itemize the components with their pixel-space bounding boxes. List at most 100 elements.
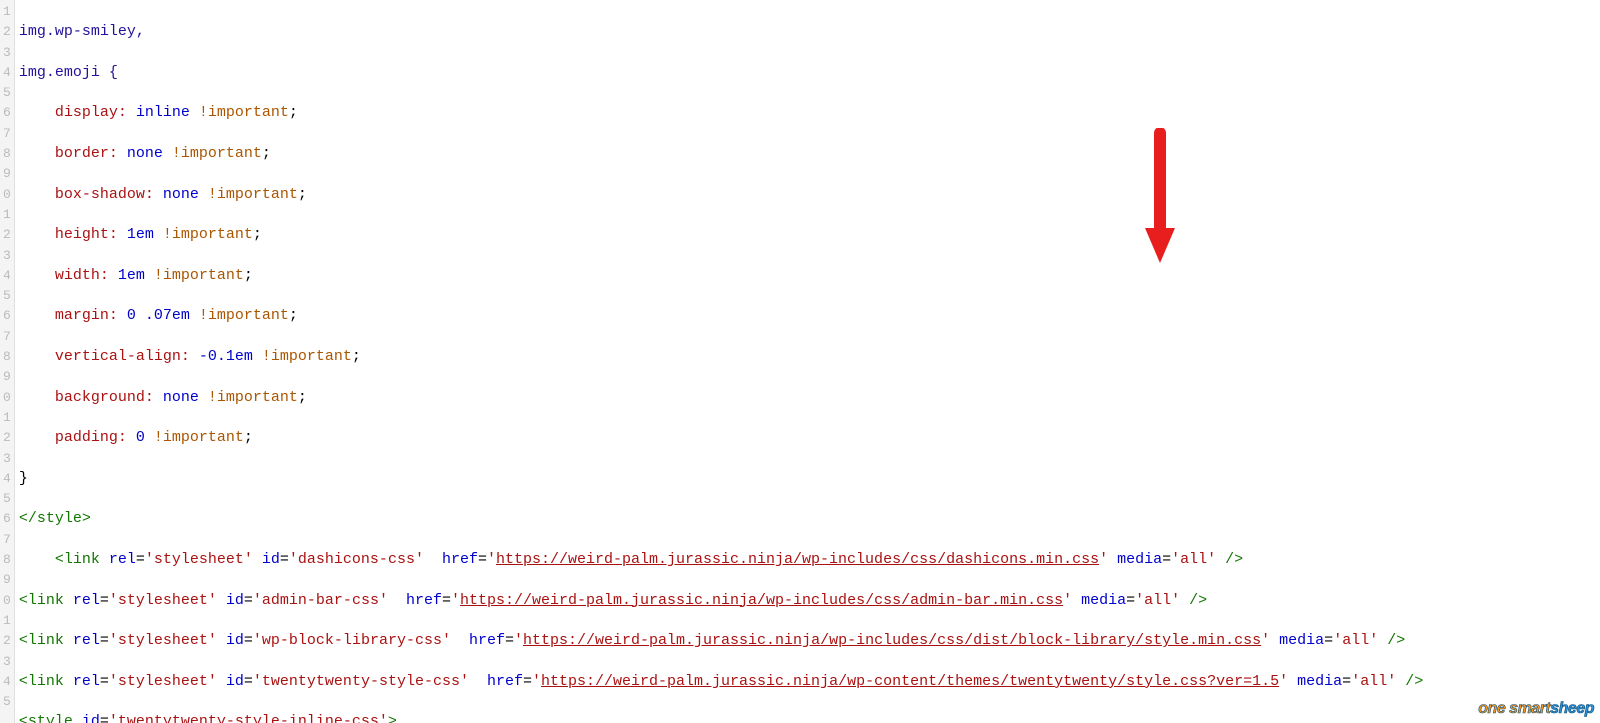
code-token: id	[217, 592, 244, 609]
code-token: !important	[154, 267, 244, 284]
code-token: =	[100, 632, 109, 649]
code-token: ;	[289, 104, 298, 121]
code-token: <link	[19, 632, 73, 649]
code-token: 'all'	[1171, 551, 1216, 568]
code-token: '	[532, 673, 541, 690]
code-token: ;	[289, 307, 298, 324]
code-token: 1em	[109, 267, 154, 284]
code-token: =	[1342, 673, 1351, 690]
code-token: rel	[73, 592, 100, 609]
code-token: =	[100, 592, 109, 609]
code-token: !important	[199, 307, 289, 324]
code-token: -0.1em	[190, 348, 262, 365]
code-token: border:	[55, 145, 118, 162]
code-token: '	[1261, 632, 1270, 649]
code-token: 0 .07em	[118, 307, 199, 324]
code-token: 'all'	[1351, 673, 1396, 690]
code-token: box-shadow:	[55, 186, 154, 203]
code-token: '	[1063, 592, 1072, 609]
code-token: 1em	[118, 226, 163, 243]
code-editor: 12345678901234567890123456789012345 img.…	[0, 0, 1600, 723]
code-token: ;	[352, 348, 361, 365]
url-link[interactable]: https://weird-palm.jurassic.ninja/wp-con…	[541, 673, 1279, 690]
code-token: width:	[55, 267, 109, 284]
code-token: =	[1162, 551, 1171, 568]
code-token: =	[100, 713, 109, 723]
code-token: !important	[172, 145, 262, 162]
code-token: rel	[109, 551, 136, 568]
code-token: none	[154, 389, 208, 406]
code-token: id	[253, 551, 280, 568]
code-token: 'twentytwenty-style-inline-css'	[109, 713, 388, 723]
code-token: none	[118, 145, 172, 162]
line-number-gutter: 12345678901234567890123456789012345	[0, 0, 15, 723]
code-token: rel	[73, 632, 100, 649]
code-token: inline	[127, 104, 199, 121]
code-token: !important	[208, 186, 298, 203]
code-token: img.wp-smiley,	[19, 23, 145, 40]
url-link[interactable]: https://weird-palm.jurassic.ninja/wp-inc…	[523, 632, 1261, 649]
code-token: />	[1378, 632, 1405, 649]
code-token: =	[442, 592, 451, 609]
code-token: =	[1126, 592, 1135, 609]
code-token: 'all'	[1135, 592, 1180, 609]
code-token: =	[478, 551, 487, 568]
code-token: media	[1072, 592, 1126, 609]
code-token: '	[514, 632, 523, 649]
code-token: 'all'	[1333, 632, 1378, 649]
code-token: ;	[244, 267, 253, 284]
code-token: </style>	[19, 510, 91, 527]
code-token: =	[523, 673, 532, 690]
code-token: }	[19, 470, 28, 487]
code-token: ;	[262, 145, 271, 162]
code-token: media	[1288, 673, 1342, 690]
code-token: '	[451, 592, 460, 609]
code-token: 'stylesheet'	[109, 632, 217, 649]
watermark-text-a: one smart	[1478, 700, 1550, 717]
code-token: =	[100, 673, 109, 690]
watermark-logo: one smartsheep	[1478, 699, 1594, 719]
code-token: =	[244, 673, 253, 690]
code-token: 0	[127, 429, 154, 446]
code-token: />	[1396, 673, 1423, 690]
code-token: <link	[19, 673, 73, 690]
code-token: !important	[154, 429, 244, 446]
code-token: media	[1108, 551, 1162, 568]
code-token: '	[487, 551, 496, 568]
code-token: 'stylesheet'	[145, 551, 253, 568]
code-token: href	[388, 592, 442, 609]
code-token: padding:	[55, 429, 127, 446]
code-token: rel	[73, 673, 100, 690]
code-token: <link	[19, 592, 73, 609]
code-token: ;	[253, 226, 262, 243]
code-token: vertical-align:	[55, 348, 190, 365]
code-token: =	[136, 551, 145, 568]
code-token: display:	[55, 104, 127, 121]
code-token: '	[1279, 673, 1288, 690]
url-link[interactable]: https://weird-palm.jurassic.ninja/wp-inc…	[460, 592, 1063, 609]
code-token: href	[451, 632, 505, 649]
code-token: 'twentytwenty-style-css'	[253, 673, 469, 690]
code-token: <style	[19, 713, 82, 723]
code-token: 'wp-block-library-css'	[253, 632, 451, 649]
code-token: media	[1270, 632, 1324, 649]
code-token: 'dashicons-css'	[289, 551, 424, 568]
code-token: ;	[244, 429, 253, 446]
code-token: =	[244, 632, 253, 649]
url-link[interactable]: https://weird-palm.jurassic.ninja/wp-inc…	[496, 551, 1099, 568]
code-token: !important	[262, 348, 352, 365]
code-token: id	[82, 713, 100, 723]
code-token: !important	[163, 226, 253, 243]
code-token: none	[154, 186, 208, 203]
code-token: =	[1324, 632, 1333, 649]
code-token: 'stylesheet'	[109, 673, 217, 690]
code-token: >	[388, 713, 397, 723]
watermark-text-b: sheep	[1550, 700, 1594, 717]
code-token: href	[424, 551, 478, 568]
code-token: img.emoji {	[19, 64, 118, 81]
code-token: =	[505, 632, 514, 649]
code-content[interactable]: img.wp-smiley, img.emoji { display: inli…	[15, 0, 1600, 723]
code-token: '	[1099, 551, 1108, 568]
code-token: ;	[298, 186, 307, 203]
code-token: />	[1216, 551, 1243, 568]
